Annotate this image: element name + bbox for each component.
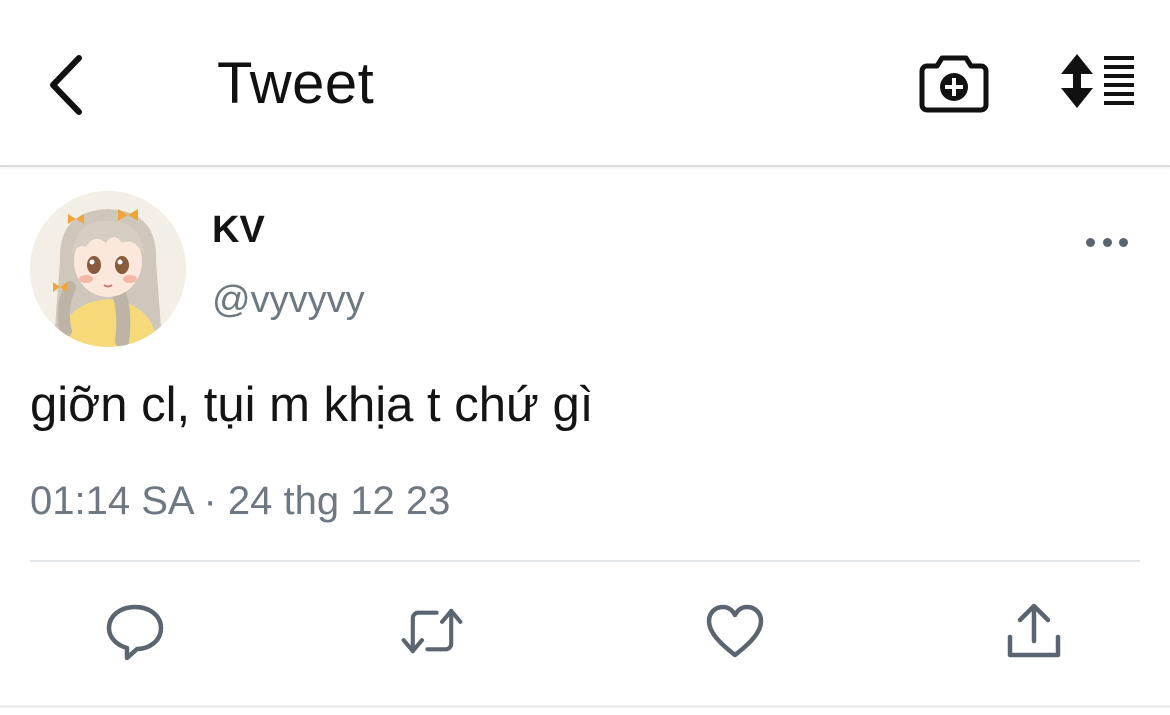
avatar[interactable] (30, 191, 186, 347)
page-title: Tweet (217, 51, 375, 116)
more-horizontal-icon (1119, 237, 1128, 247)
user-handle[interactable]: @vyvyvy (212, 279, 365, 322)
tweet-actions (0, 599, 1170, 669)
like-button[interactable] (703, 599, 767, 663)
tweet-detail: KV @vyvyvy giỡn cl, tụi m khịa t chứ gì … (0, 169, 1170, 715)
camera-plus-icon (919, 55, 989, 113)
share-button[interactable] (1002, 599, 1066, 663)
display-name[interactable]: KV (212, 209, 265, 252)
share-icon (1007, 603, 1061, 658)
more-horizontal-icon (1086, 237, 1095, 247)
reply-icon (106, 604, 164, 661)
retweet-icon (401, 608, 463, 654)
bottom-divider (0, 705, 1170, 708)
sort-button[interactable] (1058, 50, 1140, 112)
more-horizontal-icon (1102, 237, 1112, 247)
tweet-text: giỡn cl, tụi m khịa t chứ gì (30, 378, 594, 432)
sort-list-icon (1061, 54, 1134, 108)
chevron-left-icon (50, 55, 82, 115)
top-bar: Tweet (0, 0, 1170, 167)
retweet-button[interactable] (400, 599, 464, 663)
reply-button[interactable] (103, 599, 167, 663)
tweet-timestamp: 01:14 SA · 24 thg 12 23 (30, 479, 451, 523)
more-options-button[interactable] (1080, 227, 1134, 257)
divider (30, 560, 1140, 562)
camera-button[interactable] (918, 50, 990, 116)
heart-icon (706, 604, 764, 658)
avatar-illustration (30, 191, 186, 347)
back-button[interactable] (30, 45, 100, 125)
